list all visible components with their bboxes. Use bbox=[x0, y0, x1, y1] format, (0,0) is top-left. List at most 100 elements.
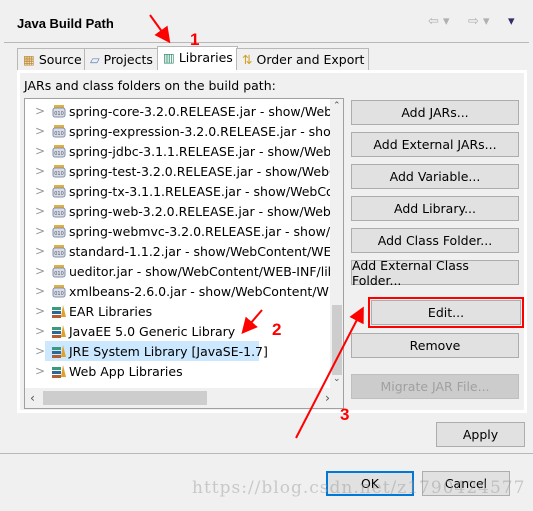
tree-item[interactable]: >010 spring-core-3.2.0.RELEASE.jar - show… bbox=[25, 101, 343, 121]
library-icon bbox=[52, 324, 66, 338]
jar-icon: 010 bbox=[52, 164, 66, 178]
jar-icon: 010 bbox=[52, 264, 66, 278]
tree-item[interactable]: >010 spring-tx-3.1.1.RELEASE.jar - show/W… bbox=[25, 181, 343, 201]
chevron-right-icon[interactable]: > bbox=[35, 204, 45, 218]
tree-item-label: JavaEE 5.0 Generic Library bbox=[69, 323, 236, 339]
svg-text:010: 010 bbox=[54, 211, 64, 217]
tree-item-label: spring-webmvc-3.2.0.RELEASE.jar - show/W… bbox=[69, 223, 344, 239]
tab-label: Projects bbox=[103, 52, 153, 67]
svg-text:010: 010 bbox=[54, 271, 64, 277]
jar-icon: 010 bbox=[52, 124, 66, 138]
tree-item[interactable]: >010 xmlbeans-2.6.0.jar - show/WebContent… bbox=[25, 281, 343, 301]
chevron-right-icon[interactable]: > bbox=[35, 104, 45, 118]
tree-item[interactable]: > EAR Libraries bbox=[25, 301, 330, 321]
add-external-jars-button[interactable]: Add External JARs... bbox=[351, 132, 519, 157]
tree-item[interactable]: > JavaEE 5.0 Generic Library bbox=[25, 321, 330, 341]
cancel-button[interactable]: Cancel bbox=[422, 471, 510, 496]
remove-button[interactable]: Remove bbox=[351, 333, 519, 358]
tree-item-label: standard-1.1.2.jar - show/WebContent/WEB… bbox=[69, 243, 344, 259]
chevron-right-icon[interactable]: > bbox=[35, 324, 45, 338]
tree-item-label: ueditor.jar - show/WebContent/WEB-INF/li… bbox=[69, 263, 336, 279]
tab-order-and-export[interactable]: ⇅ Order and Export bbox=[236, 48, 370, 71]
tree-item-label: spring-expression-3.2.0.RELEASE.jar - sh… bbox=[69, 123, 344, 139]
jar-icon: 010 bbox=[52, 144, 66, 158]
tree-item-label: spring-tx-3.1.1.RELEASE.jar - show/WebCo… bbox=[69, 183, 344, 199]
jar-icon: 010 bbox=[52, 184, 66, 198]
back-arrow-icon[interactable]: ⇦ ▾ bbox=[428, 14, 450, 29]
ok-button[interactable]: OK bbox=[326, 471, 414, 496]
scrollbar-thumb[interactable] bbox=[43, 391, 207, 405]
jar-icon: 010 bbox=[52, 244, 66, 258]
svg-text:010: 010 bbox=[54, 191, 64, 197]
tree-item[interactable]: >010 ueditor.jar - show/WebContent/WEB-IN… bbox=[25, 261, 336, 281]
tree-item[interactable]: >010 standard-1.1.2.jar - show/WebContent… bbox=[25, 241, 343, 261]
divider bbox=[4, 42, 529, 43]
tree-item[interactable]: > Web App Libraries bbox=[25, 361, 330, 381]
scroll-left-icon[interactable]: ‹ bbox=[30, 390, 35, 405]
chevron-right-icon[interactable]: > bbox=[35, 224, 45, 238]
view-menu-icon[interactable]: ▾ bbox=[508, 14, 515, 29]
build-path-tree[interactable]: >010 spring-core-3.2.0.RELEASE.jar - show… bbox=[24, 98, 344, 409]
vertical-scrollbar[interactable]: ⌃ ⌄ bbox=[330, 99, 343, 388]
scroll-up-icon[interactable]: ⌃ bbox=[333, 101, 341, 111]
tree-item[interactable]: >010 spring-webmvc-3.2.0.RELEASE.jar - sh… bbox=[25, 221, 343, 241]
apply-button[interactable]: Apply bbox=[436, 422, 525, 447]
migrate-jar-file-button[interactable]: Migrate JAR File... bbox=[351, 374, 519, 399]
tree-item[interactable]: >010 spring-expression-3.2.0.RELEASE.jar … bbox=[25, 121, 343, 141]
chevron-right-icon[interactable]: > bbox=[35, 124, 45, 138]
tree-item-label: EAR Libraries bbox=[69, 303, 153, 319]
svg-text:010: 010 bbox=[54, 111, 64, 117]
svg-text:010: 010 bbox=[54, 231, 64, 237]
tree-item-label: spring-core-3.2.0.RELEASE.jar - show/Web… bbox=[69, 103, 344, 119]
chevron-right-icon[interactable]: > bbox=[35, 344, 45, 358]
jar-icon: 010 bbox=[52, 284, 66, 298]
chevron-right-icon[interactable]: > bbox=[35, 184, 45, 198]
edit-button[interactable]: Edit... bbox=[371, 300, 521, 325]
svg-text:010: 010 bbox=[54, 151, 64, 157]
tree-item[interactable]: >010 spring-jdbc-3.1.1.RELEASE.jar - show… bbox=[25, 141, 343, 161]
tree-item[interactable]: >010 spring-test-3.2.0.RELEASE.jar - show… bbox=[25, 161, 343, 181]
chevron-right-icon[interactable]: > bbox=[35, 164, 45, 178]
tab-label: Order and Export bbox=[256, 52, 365, 67]
forward-arrow-icon[interactable]: ⇨ ▾ bbox=[468, 14, 490, 29]
source-folder-icon: ▦ bbox=[23, 52, 35, 67]
add-class-folder-button[interactable]: Add Class Folder... bbox=[351, 228, 519, 253]
annotation-number-3: 3 bbox=[340, 405, 350, 424]
chevron-right-icon[interactable]: > bbox=[35, 264, 45, 278]
library-icon bbox=[52, 364, 66, 378]
add-external-class-folder-button[interactable]: Add External Class Folder... bbox=[351, 258, 519, 288]
tree-item-label: JRE System Library [JavaSE-1.7] bbox=[69, 343, 268, 359]
horizontal-scrollbar[interactable]: ‹ › bbox=[25, 388, 343, 408]
tree-item-label: Web App Libraries bbox=[69, 363, 183, 379]
tree-item[interactable]: > JRE System Library [JavaSE-1.7] bbox=[25, 341, 330, 361]
tree-item-label: xmlbeans-2.6.0.jar - show/WebContent/WEB bbox=[69, 283, 344, 299]
svg-text:010: 010 bbox=[54, 291, 64, 297]
library-icon bbox=[52, 304, 66, 318]
scrollbar-thumb[interactable] bbox=[332, 305, 342, 375]
tree-item-label: spring-test-3.2.0.RELEASE.jar - show/Web… bbox=[69, 163, 344, 179]
add-jars-button[interactable]: Add JARs... bbox=[351, 100, 519, 125]
tab-label: Source bbox=[38, 52, 82, 67]
chevron-right-icon[interactable]: > bbox=[35, 244, 45, 258]
tree-item-label: spring-web-3.2.0.RELEASE.jar - show/WebC… bbox=[69, 203, 344, 219]
folder-icon: ▱ bbox=[90, 52, 100, 67]
scroll-right-icon[interactable]: › bbox=[325, 390, 330, 405]
jar-icon: 010 bbox=[52, 224, 66, 238]
chevron-right-icon[interactable]: > bbox=[35, 364, 45, 378]
tab-projects[interactable]: ▱ Projects bbox=[84, 48, 158, 71]
chevron-right-icon[interactable]: > bbox=[35, 284, 45, 298]
svg-text:010: 010 bbox=[54, 251, 64, 257]
scroll-down-icon[interactable]: ⌄ bbox=[333, 374, 341, 384]
chevron-right-icon[interactable]: > bbox=[35, 144, 45, 158]
svg-text:010: 010 bbox=[54, 131, 64, 137]
add-library-button[interactable]: Add Library... bbox=[351, 196, 519, 221]
dialog-title: Java Build Path bbox=[17, 16, 114, 31]
add-variable-button[interactable]: Add Variable... bbox=[351, 164, 519, 189]
tree-item[interactable]: >010 spring-web-3.2.0.RELEASE.jar - show/… bbox=[25, 201, 343, 221]
chevron-right-icon[interactable]: > bbox=[35, 304, 45, 318]
libraries-heading: JARs and class folders on the build path… bbox=[24, 78, 276, 93]
tree-item-label: spring-jdbc-3.1.1.RELEASE.jar - show/Web… bbox=[69, 143, 344, 159]
jar-icon: 010 bbox=[52, 204, 66, 218]
tab-source[interactable]: ▦ Source bbox=[17, 48, 87, 71]
divider bbox=[0, 453, 533, 454]
